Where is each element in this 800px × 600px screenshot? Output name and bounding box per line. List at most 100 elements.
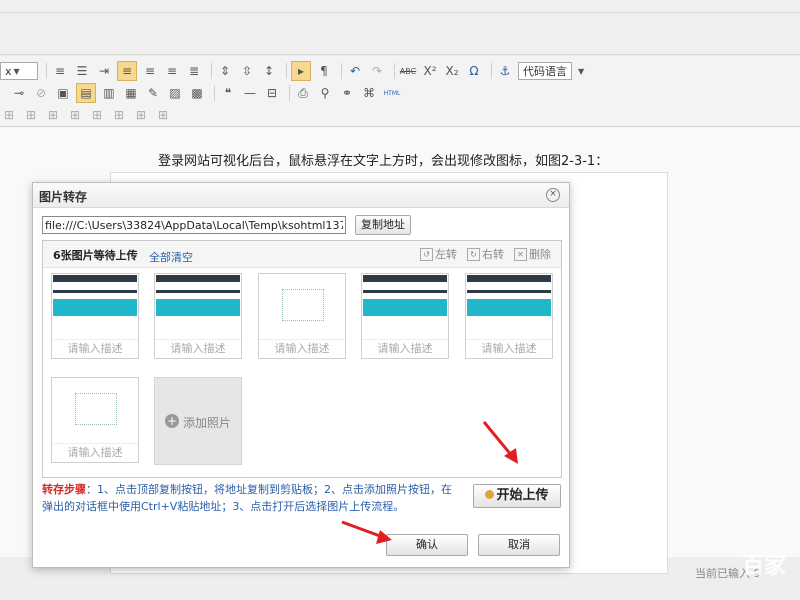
- font-select-value: x: [5, 64, 12, 78]
- video-icon[interactable]: ▥: [100, 84, 118, 102]
- image-thumb[interactable]: 请输入描述: [154, 273, 242, 359]
- toolbar-row-2: ⊸ ⊘ ▣ ▤ ▥ ▦ ✎ ▨ ▩ ❝ — ⊟ ⎙ ⚲ ⚭ ⌘ HTML: [10, 82, 406, 104]
- table-insert-row-icon[interactable]: ⊞: [0, 106, 18, 124]
- steps-label: 转存步骤: [42, 483, 86, 496]
- quote-icon[interactable]: ❝: [219, 84, 237, 102]
- table-row-icon[interactable]: ⊞: [154, 106, 172, 124]
- separator: [211, 63, 212, 79]
- indent-icon[interactable]: ⇥: [95, 62, 113, 80]
- image-thumb[interactable]: 请输入描述: [258, 273, 346, 359]
- queue-count-label: 6张图片等待上传: [53, 249, 138, 262]
- page-break-icon[interactable]: ⊟: [263, 84, 281, 102]
- delete-button[interactable]: ✕ 删除: [514, 246, 551, 262]
- thumb-description-input[interactable]: 请输入描述: [155, 339, 241, 358]
- path-input[interactable]: [42, 216, 346, 234]
- image-transfer-dialog: 图片转存 × 复制地址 6张图片等待上传 全部清空 ↺左转 ↻右转 ✕删除 请输…: [32, 182, 570, 568]
- separator: [491, 63, 492, 79]
- undo-icon[interactable]: ↶: [346, 62, 364, 80]
- paragraph-spacing-icon[interactable]: ⇳: [238, 62, 256, 80]
- chevron-down-icon[interactable]: ▼: [578, 67, 584, 76]
- top-divider: [0, 12, 800, 13]
- thumb-preview: [467, 275, 551, 339]
- table-props-icon[interactable]: ⊞: [110, 106, 128, 124]
- upload-icon: [485, 490, 495, 499]
- confirm-button[interactable]: 确认: [386, 534, 468, 556]
- rotate-right-button[interactable]: ↻ 右转: [467, 246, 504, 262]
- list-unordered-icon[interactable]: ☰: [73, 62, 91, 80]
- separator: [286, 63, 287, 79]
- clear-all-link[interactable]: 全部清空: [149, 249, 193, 265]
- table-delete-icon[interactable]: ⊞: [88, 106, 106, 124]
- thumb-description-input[interactable]: 请输入描述: [466, 339, 552, 358]
- image-icon[interactable]: ▣: [54, 84, 72, 102]
- preview-icon[interactable]: ⚲: [316, 84, 334, 102]
- code-language-label: 代码语言: [523, 65, 567, 78]
- superscript-icon[interactable]: X²: [421, 62, 439, 80]
- table-merge-icon[interactable]: ⊞: [44, 106, 62, 124]
- table-cell-icon[interactable]: ⊞: [132, 106, 150, 124]
- start-upload-button[interactable]: 开始上传: [473, 484, 561, 508]
- anchor-icon[interactable]: ⚓: [496, 62, 514, 80]
- rotate-left-button[interactable]: ↺ 左转: [420, 246, 457, 262]
- add-photo-label: 添加照片: [183, 416, 232, 430]
- image-thumb[interactable]: 请输入描述: [465, 273, 553, 359]
- code-language-select[interactable]: 代码语言: [518, 62, 572, 80]
- delete-icon: ✕: [514, 247, 527, 261]
- line-height-icon[interactable]: ⇕: [216, 62, 234, 80]
- copy-address-button[interactable]: 复制地址: [355, 215, 411, 235]
- chevron-down-icon: ▼: [13, 66, 20, 76]
- thumb-description-input[interactable]: 请输入描述: [362, 339, 448, 358]
- list-ordered-icon[interactable]: ≡: [51, 62, 69, 80]
- rotate-left-icon: ↺: [420, 247, 433, 261]
- template-icon[interactable]: ⌘: [360, 84, 378, 102]
- image-transfer-icon[interactable]: ▤: [76, 83, 96, 103]
- start-upload-label: 开始上传: [496, 488, 549, 503]
- html-icon[interactable]: HTML: [382, 84, 402, 102]
- queue-header: 6张图片等待上传 全部清空 ↺ 左转 ↻ 右转 ✕ 删除: [43, 241, 561, 268]
- dialog-title: 图片转存: [39, 190, 88, 204]
- horizontal-rule-icon[interactable]: —: [241, 84, 259, 102]
- align-left-icon[interactable]: ≡: [117, 61, 137, 81]
- image-thumb[interactable]: 请输入描述: [51, 273, 139, 359]
- editor-paragraph[interactable]: 登录网站可视化后台，鼠标悬浮在文字上方时，会出现修改图标，如图2-3-1：: [158, 150, 608, 169]
- omega-icon[interactable]: Ω: [465, 62, 483, 80]
- add-photo-button[interactable]: + 添加照片: [154, 377, 242, 465]
- strikethrough-icon[interactable]: ABC: [399, 62, 417, 80]
- thumb-description-input[interactable]: 请输入描述: [52, 443, 138, 462]
- align-center-icon[interactable]: ≡: [141, 62, 159, 80]
- map-icon[interactable]: ▨: [166, 84, 184, 102]
- image-ops: ↺ 左转 ↻ 右转 ✕ 删除: [410, 246, 551, 262]
- table-insert-col-icon[interactable]: ⊞: [22, 106, 40, 124]
- align-right-icon[interactable]: ≡: [163, 62, 181, 80]
- thumb-preview: [260, 275, 344, 339]
- thumb-description-input[interactable]: 请输入描述: [52, 339, 138, 358]
- link-icon[interactable]: ⊸: [10, 84, 28, 102]
- unlink-icon[interactable]: ⊘: [32, 84, 50, 102]
- toolbar-row-1: x ▼ ≡ ☰ ⇥ ≡ ≡ ≡ ≣ ⇕ ⇳ ↕ ▸ ¶ ↶ ↷ ABC X² X₂…: [0, 60, 584, 82]
- image-thumb[interactable]: 请输入描述: [361, 273, 449, 359]
- thumb-description-input[interactable]: 请输入描述: [259, 339, 345, 358]
- row-spacing-icon[interactable]: ↕: [260, 62, 278, 80]
- separator: [214, 85, 215, 101]
- table-icon[interactable]: ▦: [122, 84, 140, 102]
- redo-icon[interactable]: ↷: [368, 62, 386, 80]
- rotate-right-icon: ↻: [467, 247, 480, 261]
- print-icon[interactable]: ⎙: [294, 84, 312, 102]
- ltr-icon[interactable]: ▸: [291, 61, 311, 81]
- attachment-icon[interactable]: ✎: [144, 84, 162, 102]
- rtl-icon[interactable]: ¶: [315, 62, 333, 80]
- font-select[interactable]: x ▼: [0, 62, 38, 80]
- close-icon[interactable]: ×: [546, 188, 560, 202]
- rotate-right-label: 右转: [482, 248, 504, 261]
- plus-icon: +: [165, 414, 179, 428]
- dialog-header: 图片转存 ×: [33, 183, 569, 208]
- image-thumb[interactable]: 请输入描述: [51, 377, 139, 463]
- cancel-button[interactable]: 取消: [478, 534, 560, 556]
- rotate-left-label: 左转: [435, 248, 457, 261]
- search-replace-icon[interactable]: ⚭: [338, 84, 356, 102]
- top-area: [0, 0, 800, 55]
- subscript-icon[interactable]: X₂: [443, 62, 461, 80]
- table-split-icon[interactable]: ⊞: [66, 106, 84, 124]
- justify-icon[interactable]: ≣: [185, 62, 203, 80]
- gallery-icon[interactable]: ▩: [188, 84, 206, 102]
